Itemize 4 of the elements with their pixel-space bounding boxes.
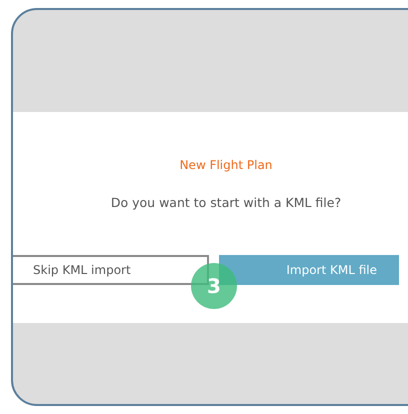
dialog-title: New Flight Plan (178, 157, 274, 174)
skip-button[interactable]: Skip KML import (13, 254, 209, 285)
step-badge: 3 (191, 263, 237, 309)
dialog-message: Do you want to start with a KML file? (110, 194, 342, 212)
